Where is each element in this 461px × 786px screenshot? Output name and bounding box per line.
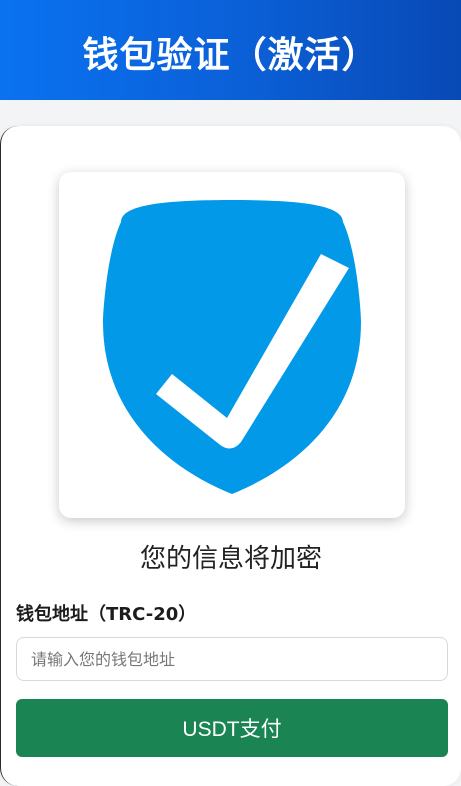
- wallet-address-input[interactable]: [16, 637, 448, 681]
- security-message: 您的信息将加密: [139, 544, 322, 574]
- page-title: 钱包验证（激活）: [82, 35, 379, 76]
- verification-card: 您的信息将加密 钱包地址（TRC-20） USDT支付: [0, 126, 461, 786]
- wallet-address-label: 钱包地址（TRC-20）: [16, 604, 197, 625]
- header-bar: 钱包验证（激活）: [0, 0, 461, 100]
- shield-image-frame: [59, 172, 405, 518]
- shield-check-icon: [103, 200, 361, 494]
- usdt-pay-button[interactable]: USDT支付: [16, 699, 448, 757]
